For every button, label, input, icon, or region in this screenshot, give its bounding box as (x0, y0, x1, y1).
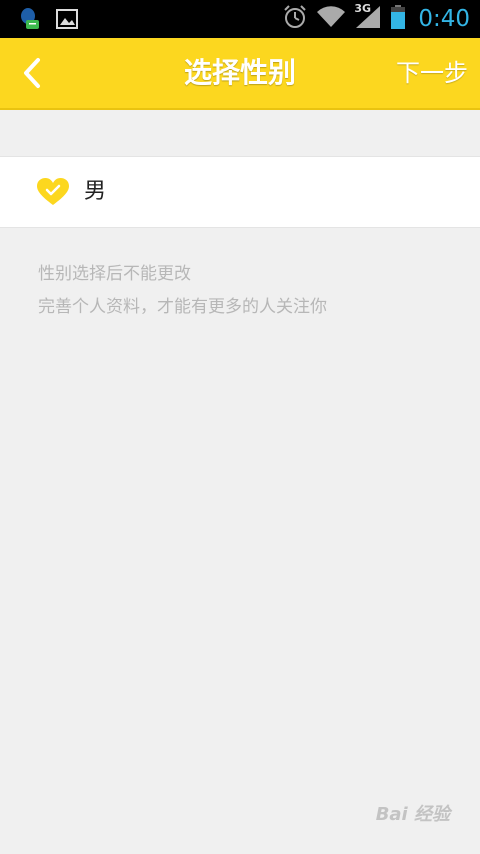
back-button[interactable] (16, 56, 50, 90)
alarm-icon (282, 4, 308, 34)
next-step-button[interactable]: 下一步 (396, 38, 468, 108)
status-bar: 3G 0:40 (0, 0, 480, 38)
network-type-label: 3G (354, 2, 372, 15)
notification-app-icon (18, 7, 40, 35)
clock: 0:40 (418, 6, 470, 32)
status-bar-right: 3G 0:40 (282, 2, 470, 34)
hint-cannot-change: 性别选择后不能更改 (38, 264, 191, 284)
header-bar: 选择性别 下一步 (0, 38, 480, 110)
image-notification-icon (56, 9, 78, 33)
gender-option-male[interactable]: 男 (0, 156, 480, 228)
signal-icon: 3G (354, 2, 382, 34)
battery-icon (390, 4, 406, 34)
hint-complete-profile: 完善个人资料，才能有更多的人关注你 (38, 297, 327, 317)
gender-option-label: 男 (84, 179, 107, 204)
watermark: Bai 经验 (375, 804, 450, 825)
chevron-left-icon (24, 58, 40, 88)
wifi-icon (316, 5, 346, 33)
heart-icon (36, 177, 70, 207)
status-bar-left (18, 7, 78, 35)
